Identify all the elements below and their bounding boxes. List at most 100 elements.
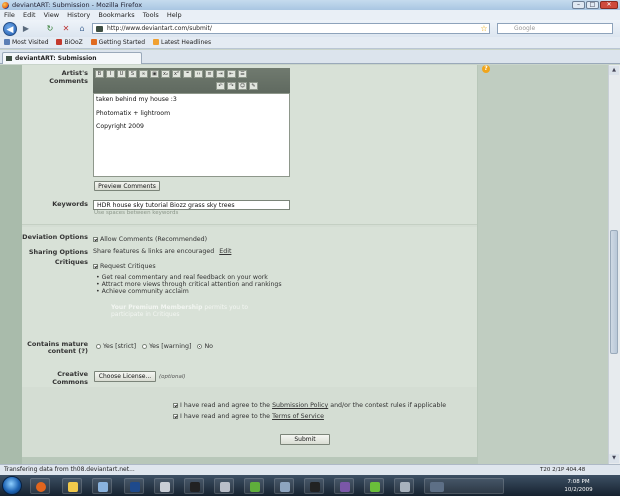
page-content: ? Artist's Comments B I U S ∞ ▣ x₂ x² ❝ ‹› ≡ ⇥ ⇤ ☰ ↶ ↷ ☺… bbox=[0, 65, 608, 464]
indent-icon[interactable]: ⇥ bbox=[216, 70, 225, 78]
list-icon[interactable]: ≡ bbox=[205, 70, 214, 78]
app-taskbar-icon[interactable] bbox=[214, 478, 234, 494]
app-taskbar-icon[interactable] bbox=[334, 478, 354, 494]
strike-icon[interactable]: S bbox=[128, 70, 137, 78]
allow-comments-checkbox[interactable] bbox=[93, 237, 98, 242]
choose-license-button[interactable]: Choose License... bbox=[94, 371, 156, 382]
bold-icon[interactable]: B bbox=[95, 70, 104, 78]
bookmarks-toolbar: Most Visited BiOoZ Getting Started Lates… bbox=[0, 37, 620, 49]
outdent-icon[interactable]: ⇤ bbox=[227, 70, 236, 78]
creative-commons-label: Creative Commons bbox=[52, 370, 88, 386]
firefox-taskbar-icon[interactable] bbox=[30, 478, 50, 494]
url-bar[interactable]: http://www.deviantart.com/submit/ bbox=[92, 23, 490, 34]
format-button-icon[interactable]: ☺ bbox=[238, 82, 247, 90]
menu-bookmarks[interactable]: Bookmarks bbox=[98, 11, 134, 19]
back-icon[interactable]: ◀ bbox=[3, 22, 17, 36]
premium-membership-link[interactable]: Your Premium Membership bbox=[111, 304, 202, 311]
format-button-icon[interactable]: ↷ bbox=[227, 82, 236, 90]
allow-comments-option[interactable]: Allow Comments (Recommended) bbox=[93, 236, 207, 243]
preview-comments-button[interactable]: Preview Comments bbox=[94, 181, 160, 191]
close-button[interactable]: ✕ bbox=[600, 1, 618, 9]
tab-title: deviantART: Submission bbox=[15, 55, 97, 62]
explorer-taskbar-icon[interactable] bbox=[62, 478, 82, 494]
menu-file[interactable]: File bbox=[4, 11, 15, 19]
submission-policy-link[interactable]: Submission Policy bbox=[272, 402, 328, 409]
italic-icon[interactable]: I bbox=[106, 70, 115, 78]
search-input[interactable]: Google bbox=[497, 23, 613, 34]
status-bar: Transfering data from th08.deviantart.ne… bbox=[0, 464, 620, 475]
bookmark-latest-headlines[interactable]: Latest Headlines bbox=[152, 37, 211, 49]
radio-yes-warning[interactable] bbox=[142, 344, 148, 349]
app-taskbar-icon[interactable] bbox=[364, 478, 384, 494]
bookmark-getting-started[interactable]: Getting Started bbox=[90, 37, 145, 49]
sharing-edit-link[interactable]: Edit bbox=[219, 248, 231, 255]
format-button-icon[interactable]: ✎ bbox=[249, 82, 258, 90]
submit-button[interactable]: Submit bbox=[280, 434, 330, 445]
request-critiques-option[interactable]: Request Critiques bbox=[93, 263, 156, 270]
subscript-icon[interactable]: x₂ bbox=[161, 70, 170, 78]
app-taskbar-icon[interactable] bbox=[274, 478, 294, 494]
bookmark-most-visited[interactable]: Most Visited bbox=[4, 37, 49, 49]
align-icon[interactable]: ☰ bbox=[238, 70, 247, 78]
artists-comments-textarea[interactable]: taken behind my house :3 Photomatix + li… bbox=[93, 93, 290, 177]
app-taskbar-icon[interactable] bbox=[304, 478, 324, 494]
clock-time: 7:08 PM bbox=[567, 479, 590, 485]
superscript-icon[interactable]: x² bbox=[172, 70, 181, 78]
menu-help[interactable]: Help bbox=[167, 11, 182, 19]
forward-icon[interactable]: ▶ bbox=[20, 23, 32, 34]
mature-yes-strict[interactable]: Yes [strict] bbox=[96, 343, 136, 350]
terms-of-service-link[interactable]: Terms of Service bbox=[272, 413, 324, 420]
image-icon[interactable]: ▣ bbox=[150, 70, 159, 78]
deviantart-taskbar-icon[interactable] bbox=[184, 478, 204, 494]
sharing-options-text: Share features & links are encouraged Ed… bbox=[93, 248, 232, 255]
mature-yes-warning[interactable]: Yes [warning] bbox=[142, 343, 191, 350]
agree-policy-checkbox[interactable] bbox=[173, 403, 178, 408]
app-taskbar-icon[interactable] bbox=[244, 478, 264, 494]
rss-icon bbox=[152, 39, 159, 45]
bookmark-biooz[interactable]: BiOoZ bbox=[56, 37, 83, 49]
comment-line: Photomatix + lightroom bbox=[96, 109, 171, 117]
link-icon[interactable]: ∞ bbox=[139, 70, 148, 78]
minimize-button[interactable]: – bbox=[572, 1, 585, 9]
request-critiques-checkbox[interactable] bbox=[93, 264, 98, 269]
bookmark-star-icon[interactable]: ☆ bbox=[478, 23, 490, 34]
deviantart-favicon bbox=[96, 26, 103, 32]
help-icon[interactable]: ? bbox=[482, 65, 490, 73]
agree-tos-checkbox[interactable] bbox=[173, 414, 178, 419]
scroll-up-icon[interactable]: ▲ bbox=[609, 66, 619, 75]
mature-options: Yes [strict] Yes [warning] No bbox=[96, 343, 213, 350]
app-taskbar-icon[interactable] bbox=[154, 478, 174, 494]
quote-icon[interactable]: ❝ bbox=[183, 70, 192, 78]
scrollbar-thumb[interactable] bbox=[610, 230, 618, 354]
active-window-taskbar-button[interactable] bbox=[424, 478, 504, 494]
menu-history[interactable]: History bbox=[67, 11, 90, 19]
home-icon[interactable]: ⌂ bbox=[76, 23, 88, 34]
reload-icon[interactable]: ↻ bbox=[44, 23, 56, 34]
app-taskbar-icon[interactable] bbox=[394, 478, 414, 494]
photoshop-taskbar-icon[interactable] bbox=[124, 478, 144, 494]
maximize-button[interactable]: □ bbox=[586, 1, 599, 9]
tab-deviantart-submission[interactable]: deviantART: Submission bbox=[2, 52, 142, 64]
mature-content-label: Contains mature content (?) bbox=[27, 340, 88, 355]
start-button-icon[interactable] bbox=[2, 476, 22, 495]
stop-icon[interactable]: ✕ bbox=[60, 23, 72, 34]
firefox-icon bbox=[2, 2, 9, 9]
keywords-input[interactable]: HDR house sky tutorial Biozz grass sky t… bbox=[93, 200, 290, 210]
bookmark-favicon bbox=[90, 39, 97, 45]
radio-no[interactable] bbox=[197, 344, 203, 349]
format-button-icon[interactable]: ↶ bbox=[216, 82, 225, 90]
code-icon[interactable]: ‹› bbox=[194, 70, 203, 78]
menu-edit[interactable]: Edit bbox=[23, 11, 36, 19]
mature-no[interactable]: No bbox=[197, 343, 213, 350]
premium-membership-note: Your Premium Membership permits you to p… bbox=[111, 304, 249, 318]
scroll-down-icon[interactable]: ▼ bbox=[609, 454, 619, 463]
menu-view[interactable]: View bbox=[44, 11, 59, 19]
underline-icon[interactable]: U bbox=[117, 70, 126, 78]
agree-terms-of-service[interactable]: I have read and agree to the Terms of Se… bbox=[173, 413, 324, 420]
media-player-taskbar-icon[interactable] bbox=[92, 478, 112, 494]
status-text: Transfering data from th08.deviantart.ne… bbox=[4, 466, 135, 473]
agree-submission-policy[interactable]: I have read and agree to the Submission … bbox=[173, 402, 446, 409]
radio-yes-strict[interactable] bbox=[96, 344, 101, 349]
menu-tools[interactable]: Tools bbox=[143, 11, 159, 19]
menu-bar: File Edit View History Bookmarks Tools H… bbox=[0, 10, 620, 20]
